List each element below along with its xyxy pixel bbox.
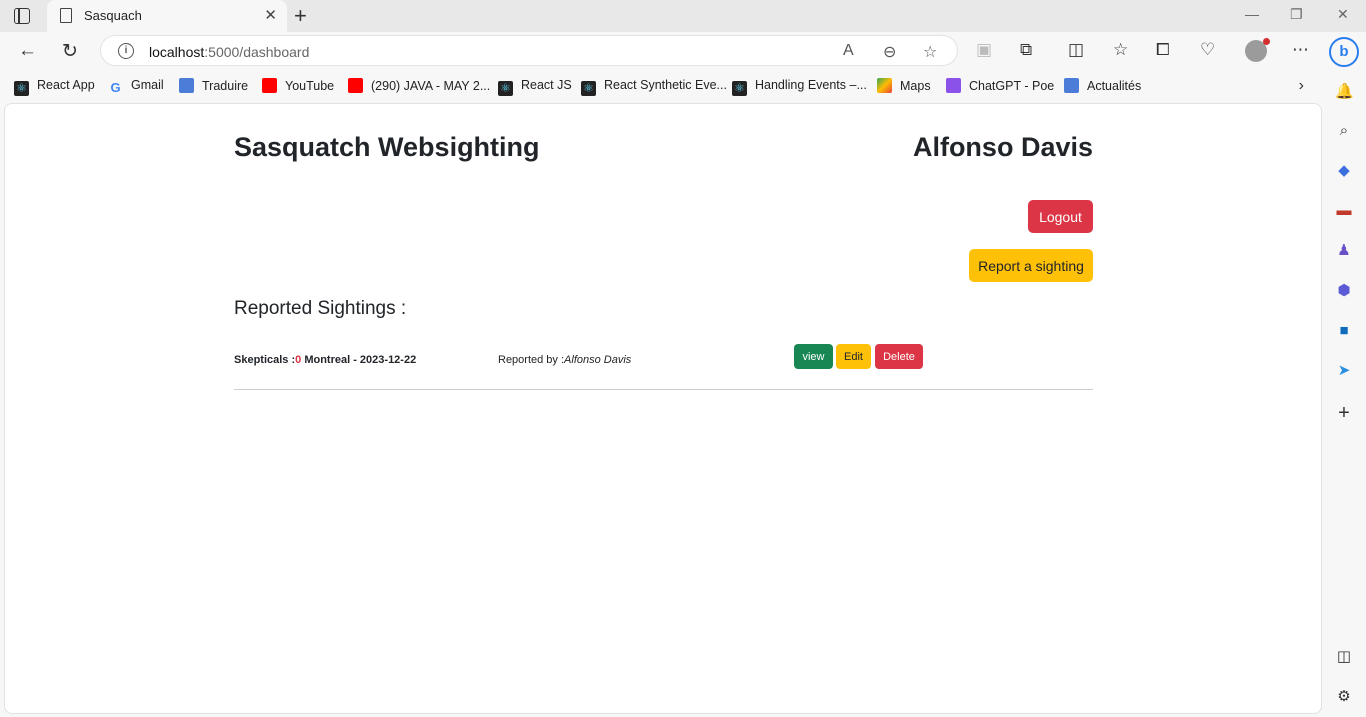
user-name: Alfonso Davis	[912, 132, 1093, 162]
delete-button[interactable]: Delete	[875, 344, 923, 369]
sighting-place-date: Montreal - 2023-12-22	[301, 354, 417, 366]
youtube-icon	[348, 78, 363, 93]
youtube-icon	[262, 78, 277, 93]
restore-icon[interactable]: ❐	[1290, 6, 1303, 23]
bookmark-label: Maps	[900, 79, 931, 93]
edge-sidebar: 🔔 ⌕ ◆ ▬ ♟ ⬢ ■ ➤ + ◫ ⚙	[1323, 70, 1366, 717]
logout-button[interactable]: Logout	[1028, 200, 1093, 233]
reporter-name: Alfonso Davis	[564, 354, 632, 366]
bookmark-label: ChatGPT - Poe	[969, 79, 1055, 93]
dashboard-container: Sasquatch Websighting Alfonso Davis Logo…	[234, 104, 1093, 713]
reported-by-label: Reported by :	[498, 354, 565, 366]
bookmark-gmail[interactable]: G Gmail	[108, 78, 164, 95]
bookmark-label: Handling Events –...	[755, 78, 867, 92]
browser-tab[interactable]: Sasquach ✕	[47, 0, 287, 32]
bookmark-label: React App	[37, 78, 95, 92]
minimize-icon[interactable]: —	[1245, 6, 1259, 22]
bookmark-label: YouTube	[285, 79, 335, 93]
bookmarks-bar: React App G Gmail Traduire YouTube (290) …	[0, 70, 1366, 102]
back-icon[interactable]: ←	[18, 40, 37, 62]
profile-avatar[interactable]	[1245, 38, 1270, 62]
bookmark-java[interactable]: (290) JAVA - MAY 2...	[348, 78, 490, 93]
sidebar-panel-icon[interactable]: ◫	[1335, 648, 1353, 666]
url-path: :5000/dashboard	[204, 44, 310, 60]
news-icon	[1064, 78, 1079, 93]
react-icon	[14, 81, 29, 96]
browser-essentials-icon[interactable]: ♡	[1200, 40, 1215, 60]
skeptical-label: Skepticals :	[234, 354, 296, 366]
address-bar[interactable]: i localhost:5000/dashboard A ⊖ ☆	[100, 35, 958, 66]
page-viewport: Sasquatch Websighting Alfonso Davis Logo…	[4, 103, 1322, 714]
games-icon[interactable]: ♟	[1335, 242, 1353, 260]
copilot-icon[interactable]: b	[1329, 37, 1359, 67]
title-bar: Sasquach ✕ + — ❐ ✕	[0, 0, 1366, 32]
add-icon[interactable]: +	[1335, 403, 1353, 423]
bookmark-label: React Synthetic Eve...	[604, 78, 727, 92]
google-icon: G	[110, 80, 121, 95]
bell-icon[interactable]: 🔔	[1335, 83, 1354, 101]
tab-title: Sasquach	[84, 8, 142, 23]
search-icon[interactable]: ⌕	[1335, 122, 1353, 140]
report-sighting-button[interactable]: Report a sighting	[969, 249, 1093, 282]
refresh-icon[interactable]: ↻	[62, 40, 78, 63]
favorites-icon[interactable]: ☆	[1113, 40, 1128, 60]
sighting-info: Skepticals :0 Montreal - 2023-12-22	[234, 354, 416, 366]
bookmark-label: Traduire	[202, 79, 249, 93]
poe-icon	[946, 78, 961, 93]
zoom-out-icon[interactable]: ⊖	[883, 42, 896, 62]
favorite-star-icon[interactable]: ☆	[923, 42, 937, 62]
bookmark-react-js[interactable]: React JS	[498, 78, 572, 96]
page-title: Sasquatch Websighting	[234, 132, 540, 162]
chevron-right-icon[interactable]: ›	[1299, 77, 1304, 95]
extensions-icon[interactable]: ⧉	[1020, 40, 1032, 60]
page-icon	[60, 8, 72, 23]
section-title: Reported Sightings :	[234, 298, 407, 319]
translate-icon	[179, 78, 194, 93]
bookmark-traduire[interactable]: Traduire	[179, 78, 248, 93]
tools-icon[interactable]: ▬	[1335, 202, 1353, 220]
close-window-icon[interactable]: ✕	[1337, 6, 1349, 23]
bookmark-youtube[interactable]: YouTube	[262, 78, 334, 93]
extension-disabled-icon[interactable]: ▣	[976, 40, 992, 60]
url-host: localhost	[149, 44, 205, 60]
info-icon[interactable]: i	[118, 43, 134, 59]
close-tab-icon[interactable]: ✕	[264, 6, 277, 24]
tab-actions-icon[interactable]	[14, 8, 30, 24]
collections-icon[interactable]: ⧠	[1156, 40, 1170, 60]
url-text[interactable]: localhost:5000/dashboard	[149, 44, 309, 60]
split-screen-icon[interactable]: ◫	[1068, 40, 1084, 60]
view-button[interactable]: view	[794, 344, 833, 369]
bookmark-chatgpt-poe[interactable]: ChatGPT - Poe	[946, 78, 1054, 93]
new-tab-icon[interactable]: +	[294, 3, 307, 29]
sighting-row: Skepticals :0 Montreal - 2023-12-22 Repo…	[234, 344, 1093, 390]
settings-gear-icon[interactable]: ⚙	[1335, 688, 1353, 706]
bookmark-actualites[interactable]: Actualités	[1064, 78, 1141, 93]
read-aloud-icon[interactable]: A	[843, 42, 854, 60]
bookmark-label: Actualités	[1087, 79, 1142, 93]
bookmark-label: (290) JAVA - MAY 2...	[371, 79, 491, 93]
edit-button[interactable]: Edit	[836, 344, 871, 369]
outlook-icon[interactable]: ■	[1335, 322, 1353, 340]
bookmark-maps[interactable]: Maps	[877, 78, 931, 93]
react-icon	[581, 81, 596, 96]
bookmark-handling-events[interactable]: Handling Events –...	[732, 78, 867, 96]
bookmark-react-synthetic[interactable]: React Synthetic Eve...	[581, 78, 727, 96]
microsoft365-icon[interactable]: ⬢	[1335, 282, 1353, 300]
bookmark-react-app[interactable]: React App	[14, 78, 95, 96]
shopping-tag-icon[interactable]: ◆	[1335, 162, 1353, 180]
react-icon	[732, 81, 747, 96]
more-menu-icon[interactable]: ⋯	[1292, 40, 1309, 60]
bookmark-label: Gmail	[131, 78, 164, 92]
maps-icon	[877, 78, 892, 93]
reported-by: Reported by :Alfonso Davis	[498, 354, 631, 366]
drop-icon[interactable]: ➤	[1335, 362, 1353, 380]
bookmark-label: React JS	[521, 78, 572, 92]
react-icon	[498, 81, 513, 96]
